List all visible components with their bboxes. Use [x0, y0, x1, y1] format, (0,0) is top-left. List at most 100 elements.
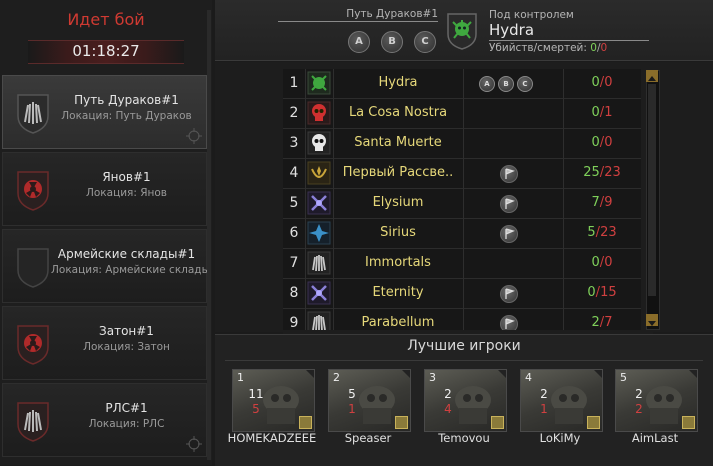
column-divider	[333, 189, 334, 218]
clan-badge-icon	[395, 416, 408, 429]
wings-emblem-icon	[17, 94, 49, 134]
scroll-down-arrow-icon[interactable]	[646, 314, 658, 326]
clan-kills: 5	[587, 225, 596, 240]
ranking-scrollbar-thumb[interactable]	[648, 84, 656, 296]
clan-rank: 7	[289, 255, 299, 271]
player-rank: 1	[237, 371, 244, 384]
location-name: Затон#1	[99, 324, 154, 338]
player-kills: 11	[248, 387, 264, 401]
column-divider	[463, 129, 464, 158]
column-divider	[305, 189, 306, 218]
clan-kills: 0	[591, 75, 600, 90]
clan-score: 0/1	[591, 105, 613, 120]
player-deaths: 1	[348, 402, 356, 416]
column-divider	[333, 99, 334, 128]
location-item-rls[interactable]: РЛС#1 Локация: РЛС	[2, 383, 207, 457]
column-divider	[305, 249, 306, 278]
player-rank: 3	[429, 371, 436, 384]
scroll-up-arrow-icon[interactable]	[646, 70, 658, 82]
location-item-zaton[interactable]: Затон#1 Локация: Затон	[2, 306, 207, 380]
player-kills: 5	[348, 387, 356, 401]
radiation-emblem-icon	[17, 325, 49, 365]
column-divider	[333, 69, 334, 98]
locations-scrollbar[interactable]	[207, 10, 211, 460]
column-divider	[463, 219, 464, 248]
crosshair-icon[interactable]	[186, 436, 202, 452]
clan-rank: 9	[289, 315, 299, 331]
player-card[interactable]: 324	[424, 369, 507, 432]
clan-kills: 0	[591, 105, 600, 120]
clan-deaths: 7	[604, 315, 613, 330]
column-divider	[333, 279, 334, 308]
empty-shield-icon	[17, 248, 49, 288]
clan-row[interactable]: 1 Hydra A B C 0/0	[283, 69, 641, 99]
clan-name: Elysium	[372, 195, 424, 210]
column-divider	[463, 249, 464, 278]
blue-star-icon	[307, 221, 331, 245]
player-card[interactable]: 522	[615, 369, 698, 432]
player-card[interactable]: 251	[328, 369, 411, 432]
point-b-icon: B	[498, 76, 514, 92]
column-divider	[563, 279, 564, 308]
column-divider	[563, 159, 564, 188]
location-subtitle: Локация: Путь Дураков	[61, 110, 192, 122]
clan-row[interactable]: 4 Первый Рассве.. 25/23	[283, 159, 641, 189]
clan-badge-icon	[491, 416, 504, 429]
point-c-icon: C	[517, 76, 533, 92]
location-item-put-durakov[interactable]: Путь Дураков#1 Локация: Путь Дураков	[2, 75, 207, 149]
flag-icon	[500, 165, 518, 183]
player-rank: 2	[333, 371, 340, 384]
clan-score: 7/9	[591, 195, 613, 210]
column-divider	[563, 219, 564, 248]
clan-kills: 0	[591, 135, 600, 150]
kills-deaths-summary: Убийств/смертей: 0/0	[489, 42, 608, 54]
player-kills: 2	[444, 387, 452, 401]
hydra-icon	[307, 71, 331, 95]
player-name: HOMEKADZEEE	[227, 431, 317, 445]
column-divider	[305, 69, 306, 98]
header-divider	[278, 21, 438, 22]
clan-name: Santa Muerte	[354, 135, 442, 150]
location-item-army-warehouses[interactable]: Армейские склады#1 Локация: Армейские ск…	[2, 229, 210, 303]
card-corner	[305, 370, 314, 379]
player-card[interactable]: 1 11 5	[232, 369, 315, 432]
location-name: РЛС#1	[105, 401, 148, 415]
column-divider	[333, 129, 334, 158]
clan-row[interactable]: 3 Santa Muerte 0/0	[283, 129, 641, 159]
clan-rank: 5	[289, 195, 299, 211]
clan-row[interactable]: 7 Immortals 0/0	[283, 249, 641, 279]
card-corner	[688, 370, 697, 379]
player-card[interactable]: 421	[520, 369, 603, 432]
white-skull-icon	[307, 131, 331, 155]
column-divider	[463, 159, 464, 188]
clan-deaths: 15	[600, 285, 617, 300]
clan-score: 0/0	[591, 255, 613, 270]
gold-wreath-icon	[307, 161, 331, 185]
crosshair-icon[interactable]	[186, 128, 202, 144]
column-divider	[333, 249, 334, 278]
player-deaths: 2	[635, 402, 643, 416]
clan-kills: 0	[591, 255, 600, 270]
radiation-emblem-icon	[17, 171, 49, 211]
clan-name: Hydra	[378, 75, 418, 90]
clan-name: La Cosa Nostra	[348, 105, 448, 120]
location-subtitle: Локация: Армейские склады	[51, 264, 210, 276]
clan-row[interactable]: 6 Sirius 5/23	[283, 219, 641, 249]
column-divider	[305, 219, 306, 248]
clan-name: Eternity	[372, 285, 424, 300]
best-players-divider	[225, 360, 703, 361]
clan-row[interactable]: 5 Elysium 7/9	[283, 189, 641, 219]
location-subtitle: Локация: Затон	[83, 341, 170, 353]
hydra-emblem-icon	[447, 13, 477, 50]
clan-name: Первый Рассве..	[342, 165, 454, 180]
player-rank: 4	[525, 371, 532, 384]
clan-row[interactable]: 2 La Cosa Nostra 0/1	[283, 99, 641, 129]
column-divider	[563, 189, 564, 218]
header-location-title: Путь Дураков#1	[346, 8, 438, 20]
location-item-yanov[interactable]: Янов#1 Локация: Янов	[2, 152, 207, 226]
point-c-icon: C	[414, 31, 436, 53]
clan-row[interactable]: 8 Eternity 0/15	[283, 279, 641, 309]
clan-name: Immortals	[365, 255, 431, 270]
clan-deaths: 0	[604, 135, 613, 150]
header-divider	[489, 40, 649, 41]
